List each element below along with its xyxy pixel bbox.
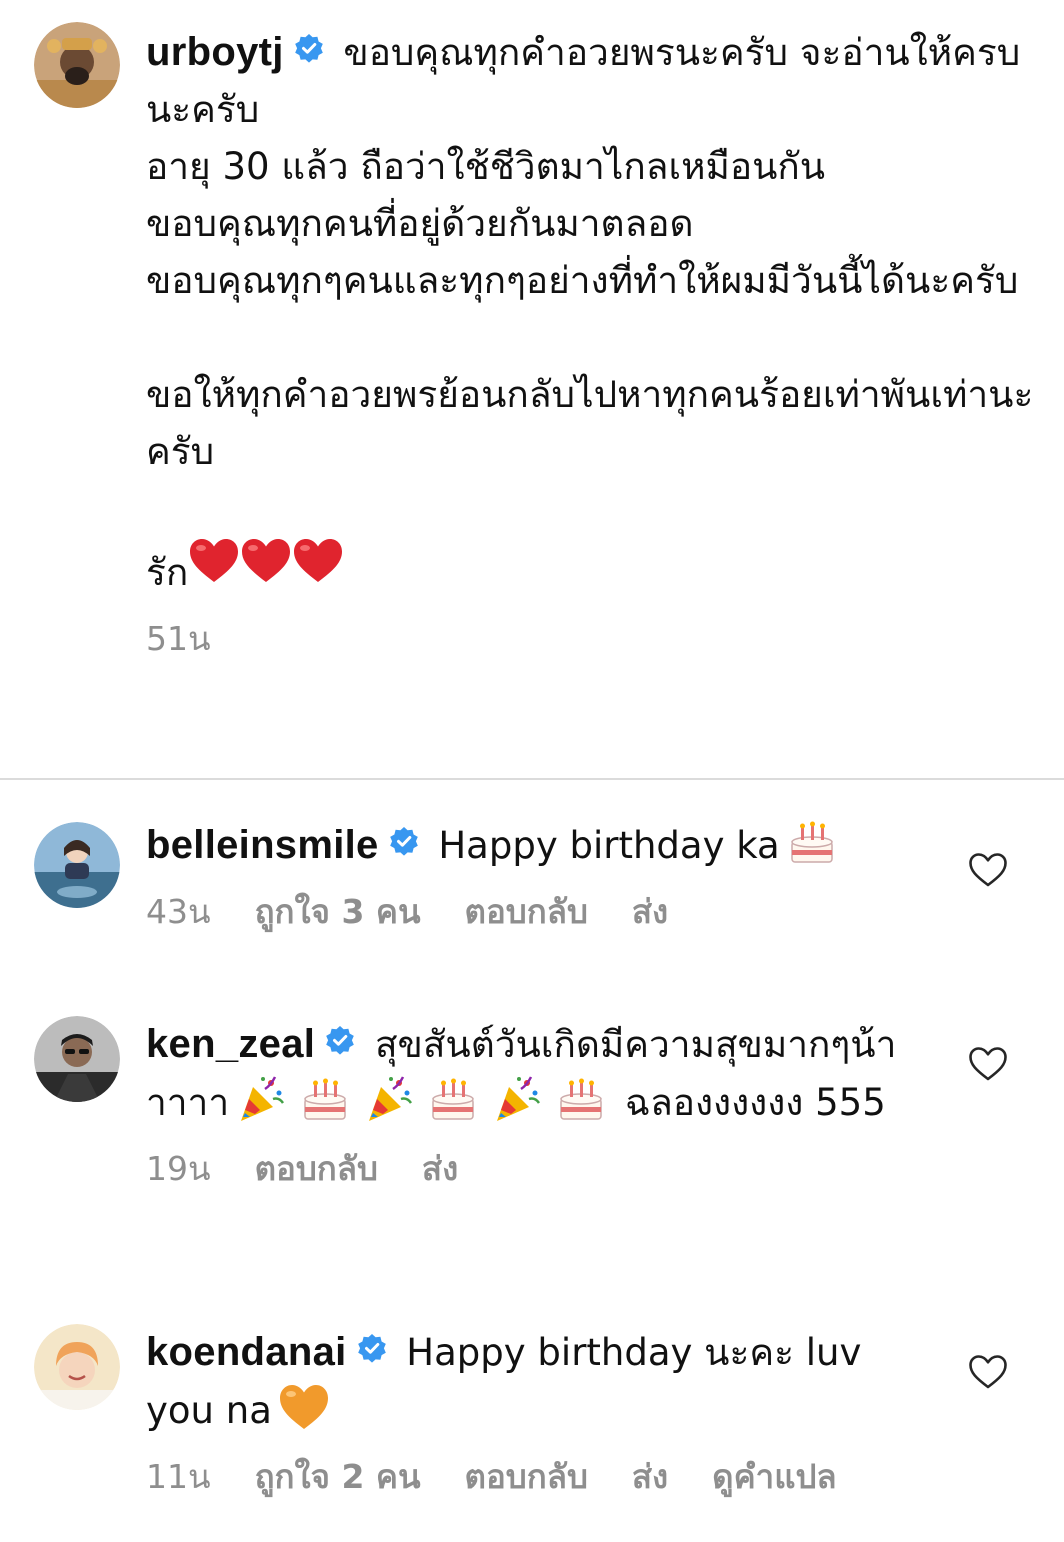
- timestamp: 19น: [146, 1149, 211, 1188]
- timestamp: 43น: [146, 892, 211, 931]
- birthday-cake-icon: [786, 816, 838, 868]
- send-button[interactable]: ส่ง: [632, 1457, 668, 1496]
- avatar-urboytj[interactable]: [34, 22, 120, 108]
- avatar-image: [34, 1324, 120, 1410]
- birthday-cake-icon: [299, 1073, 351, 1125]
- party-popper-icon: [235, 1073, 287, 1125]
- comment-username[interactable]: koendanai: [146, 1330, 347, 1374]
- comment-text-block: ken_zeal สุขสันต์วันเกิดมีความสุขมากๆน้า…: [146, 1016, 926, 1131]
- like-heart-icon[interactable]: [968, 852, 1008, 888]
- comment-meta: 11น ถูกใจ 2 คน ตอบกลับ ส่ง ดูคำแปล: [146, 1453, 1026, 1501]
- avatar-koendanai[interactable]: [34, 1324, 120, 1410]
- verified-badge-icon: [325, 1025, 355, 1055]
- avatar-image: [34, 822, 120, 908]
- comment-text-block: koendanai Happy birthday นะคะ luv you na: [146, 1324, 926, 1439]
- comment-text-end: ฉลองงงงงง 555: [624, 1081, 886, 1124]
- verified-badge-icon: [357, 1333, 387, 1363]
- reply-button[interactable]: ตอบกลับ: [465, 1457, 588, 1496]
- reply-button[interactable]: ตอบกลับ: [465, 892, 588, 931]
- avatar-belleinsmile[interactable]: [34, 822, 120, 908]
- avatar-ken_zeal[interactable]: [34, 1016, 120, 1102]
- caption-meta: 51น: [146, 615, 1036, 663]
- comment-text: Happy birthday ka: [426, 824, 780, 867]
- send-button[interactable]: ส่ง: [422, 1149, 458, 1188]
- comment-ken_zeal: ken_zeal สุขสันต์วันเกิดมีความสุขมากๆน้า…: [146, 1016, 1026, 1193]
- verified-badge-icon: [294, 33, 324, 63]
- likes-count-link[interactable]: ถูกใจ 2 คน: [255, 1457, 421, 1496]
- likes-count-link[interactable]: ถูกใจ 3 คน: [255, 892, 421, 931]
- comment-text-block: belleinsmile Happy birthday ka: [146, 816, 926, 874]
- comment-username[interactable]: ken_zeal: [146, 1022, 315, 1066]
- caption-text: ขอบคุณทุกคำอวยพรนะครับ จะอ่านให้ครบนะครั…: [146, 31, 1034, 473]
- birthday-cake-icon: [427, 1073, 479, 1125]
- red-heart-icon: [240, 539, 292, 594]
- birthday-cake-icon: [555, 1073, 607, 1125]
- red-heart-icon: [188, 539, 240, 594]
- comment-username[interactable]: belleinsmile: [146, 823, 379, 867]
- avatar-image: [34, 1016, 120, 1102]
- party-popper-icon: [363, 1073, 415, 1125]
- avatar-image: [34, 22, 120, 108]
- comment-meta: 43น ถูกใจ 3 คน ตอบกลับ ส่ง: [146, 888, 1026, 936]
- comment-belleinsmile: belleinsmile Happy birthday ka 43น ถูกใจ …: [146, 816, 1026, 936]
- caption-username[interactable]: urboytj: [146, 30, 284, 74]
- comment-koendanai: koendanai Happy birthday นะคะ luv you na…: [146, 1324, 1026, 1501]
- verified-badge-icon: [389, 826, 419, 856]
- reply-button[interactable]: ตอบกลับ: [255, 1149, 378, 1188]
- like-heart-icon[interactable]: [968, 1046, 1008, 1082]
- timestamp: 51น: [146, 619, 211, 658]
- red-heart-icon: [292, 539, 344, 594]
- caption-last-line: รัก: [146, 551, 189, 594]
- caption-text-block: urboytj ขอบคุณทุกคำอวยพรนะครับ จะอ่านให้…: [146, 24, 1036, 601]
- comment-meta: 19น ตอบกลับ ส่ง: [146, 1145, 1026, 1193]
- send-button[interactable]: ส่ง: [632, 892, 668, 931]
- caption: urboytj ขอบคุณทุกคำอวยพรนะครับ จะอ่านให้…: [146, 24, 1036, 663]
- see-translation-button[interactable]: ดูคำแปล: [712, 1457, 836, 1496]
- party-popper-icon: [491, 1073, 543, 1125]
- orange-heart-icon: [278, 1381, 330, 1433]
- timestamp: 11น: [146, 1457, 211, 1496]
- like-heart-icon[interactable]: [968, 1354, 1008, 1390]
- divider: [0, 778, 1064, 780]
